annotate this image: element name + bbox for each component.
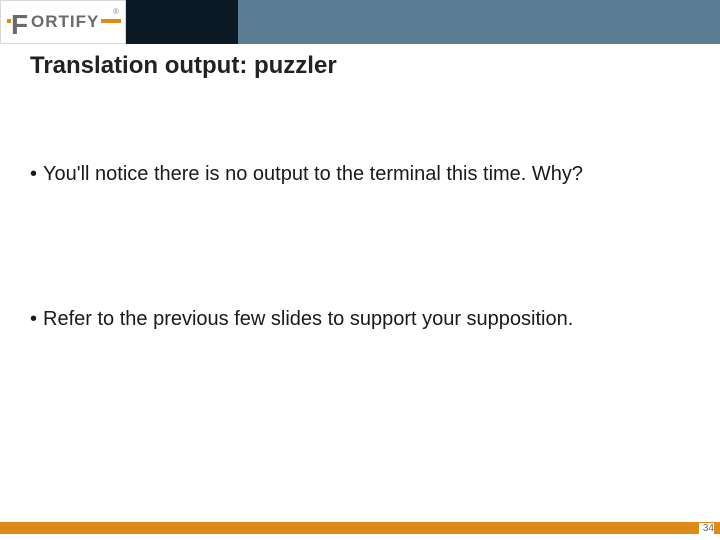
header-dark-tab (126, 0, 238, 44)
list-item-text: You'll notice there is no output to the … (43, 162, 680, 187)
slide: F ORTIFY ® Translation output: puzzler •… (0, 0, 720, 540)
bullet-dot-icon: • (30, 307, 43, 332)
list-item: • You'll notice there is no output to th… (30, 162, 680, 187)
bullet-list: • You'll notice there is no output to th… (30, 162, 680, 452)
logo-rest: ORTIFY (29, 12, 101, 32)
logo-registered: ® (113, 7, 119, 16)
list-item: • Refer to the previous few slides to su… (30, 307, 680, 332)
bullet-dot-icon: • (30, 162, 43, 187)
page-title: Translation output: puzzler (30, 52, 337, 80)
list-item-text: Refer to the previous few slides to supp… (43, 307, 680, 332)
footer-bar (0, 522, 720, 534)
logo-box: F ORTIFY ® (0, 0, 126, 44)
page-number: 34 (699, 523, 714, 534)
logo-first-letter: F (11, 9, 29, 41)
